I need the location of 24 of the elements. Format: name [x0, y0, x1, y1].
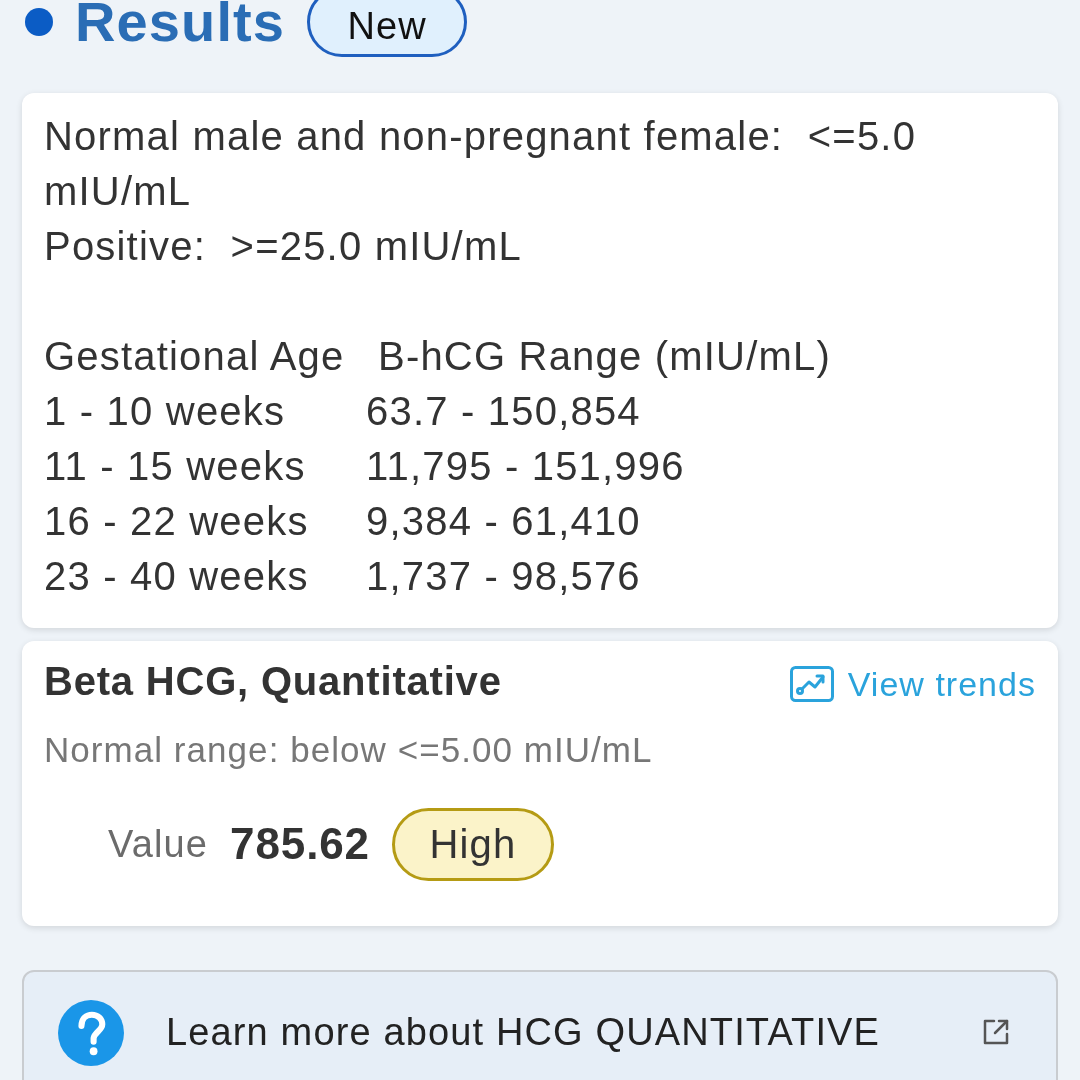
- high-flag-badge: High: [391, 807, 554, 881]
- chart-trend-icon: [789, 666, 834, 702]
- table-cell-text: 63.7 - 150,854: [366, 388, 642, 435]
- table-cell-text: 16 - 22 weeks: [44, 498, 310, 545]
- external-link-icon[interactable]: [982, 1018, 1010, 1046]
- table-cell-text: 1,737 - 98,576: [366, 553, 642, 600]
- table-cell-text: 11,795 - 151,996: [366, 443, 686, 490]
- learn-more-card[interactable]: Learn more about HCG QUANTITATIVE: [22, 970, 1058, 1080]
- table-cell-text: 1 - 10 weeks: [44, 388, 287, 435]
- reference-text: Normal male and non-pregnant female: <=5.0 mIU/mL: [44, 113, 918, 215]
- table-header: Gestational Age: [44, 333, 346, 380]
- reference-text: Positive: >=25.0 mIU/mL: [44, 223, 523, 270]
- table-cell-text: 11 - 15 weeks: [44, 443, 307, 490]
- test-name: Beta HCG, Quantitative: [44, 658, 502, 705]
- table-cell-text: 23 - 40 weeks: [44, 553, 310, 600]
- value-label: Value: [108, 821, 209, 867]
- new-badge: New: [307, 0, 468, 57]
- normal-range-text: Normal range: below <=5.00 mIU/mL: [44, 729, 654, 771]
- result-value: 785.62: [230, 818, 370, 870]
- table-header: B-hCG Range (mIU/mL): [378, 333, 832, 380]
- help-icon: [58, 1000, 124, 1066]
- learn-more-link[interactable]: Learn more about HCG QUANTITATIVE: [166, 1010, 982, 1054]
- table-cell-text: 9,384 - 61,410: [366, 498, 642, 545]
- section-title: Results: [75, 0, 286, 50]
